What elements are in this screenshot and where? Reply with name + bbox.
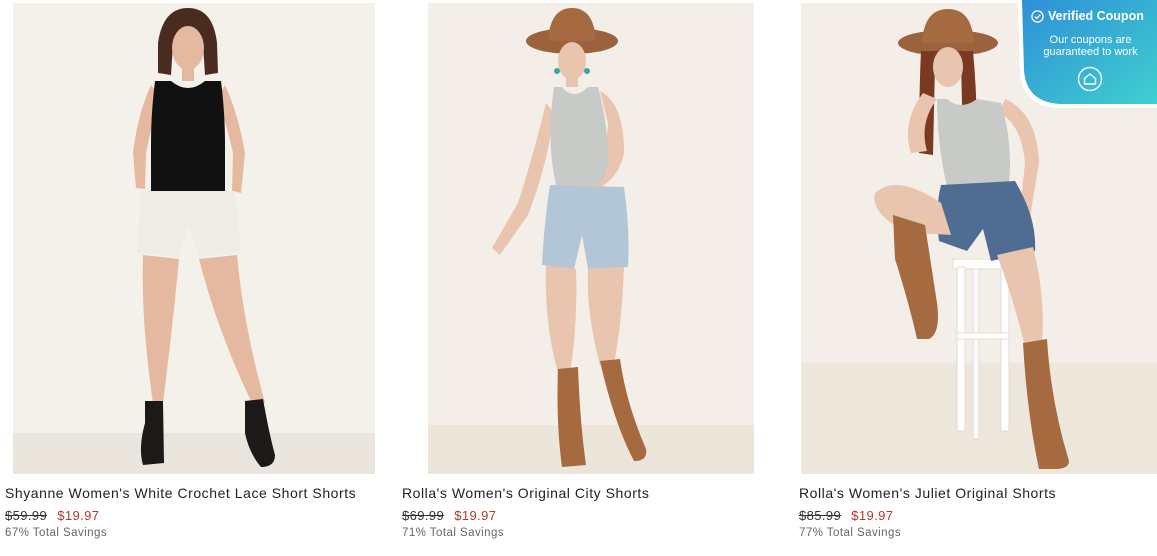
savings-label: 77% Total Savings	[799, 527, 902, 539]
product-image[interactable]	[13, 3, 375, 474]
sale-price: $19.97	[851, 508, 894, 523]
sale-price: $19.97	[454, 508, 497, 523]
coupon-title: Verified Coupon	[1048, 9, 1144, 23]
sale-price: $19.97	[57, 508, 100, 523]
product-image[interactable]	[428, 3, 754, 474]
savings-label: 67% Total Savings	[5, 527, 108, 539]
product-prices: $59.99 $19.97	[5, 508, 99, 523]
home-icon[interactable]	[1077, 66, 1103, 92]
coupon-header: Verified Coupon	[1031, 9, 1144, 23]
coupon-message: Our coupons are guaranteed to work	[1043, 34, 1138, 58]
product-name[interactable]: Rolla's Women's Original City Shorts	[402, 485, 649, 501]
verified-coupon-badge[interactable]: Verified Coupon Our coupons are guarante…	[1018, 0, 1157, 108]
product-card[interactable]: Rolla's Women's Original City Shorts $69…	[402, 0, 782, 556]
savings-label: 71% Total Savings	[402, 527, 505, 539]
product-name[interactable]: Shyanne Women's White Crochet Lace Short…	[5, 485, 356, 501]
original-price: $59.99	[5, 508, 48, 523]
product-name[interactable]: Rolla's Women's Juliet Original Shorts	[799, 485, 1056, 501]
product-prices: $85.99 $19.97	[799, 508, 893, 523]
original-price: $85.99	[799, 508, 842, 523]
product-card[interactable]: Shyanne Women's White Crochet Lace Short…	[5, 0, 385, 556]
check-circle-icon	[1031, 9, 1044, 23]
original-price: $69.99	[402, 508, 445, 523]
product-prices: $69.99 $19.97	[402, 508, 496, 523]
